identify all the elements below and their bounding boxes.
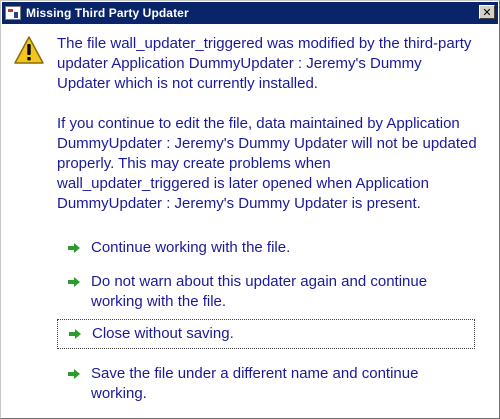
option-label: Do not warn about this updater again and…	[91, 273, 428, 310]
green-arrow-icon	[67, 238, 83, 258]
dialog-window: Missing Third Party Updater ✕ The file w…	[0, 0, 500, 419]
title-bar[interactable]: Missing Third Party Updater ✕	[2, 2, 498, 24]
option-label: Save the file under a different name and…	[91, 365, 419, 402]
warning-icon	[14, 36, 44, 64]
green-arrow-icon	[67, 272, 83, 292]
option-do-not-warn[interactable]: Do not warn about this updater again and…	[57, 268, 475, 316]
option-label: Continue working with the file.	[91, 239, 291, 256]
app-icon[interactable]	[5, 6, 21, 20]
green-arrow-icon	[67, 364, 83, 384]
close-button[interactable]: ✕	[479, 5, 495, 19]
green-arrow-icon	[68, 324, 84, 344]
option-continue-working[interactable]: Continue working with the file.	[57, 234, 475, 262]
message-text: The file wall_updater_triggered was modi…	[57, 34, 477, 234]
option-label: Close without saving.	[92, 325, 234, 342]
message-paragraph-2: If you continue to edit the file, data m…	[57, 115, 477, 212]
window-title: Missing Third Party Updater	[26, 6, 189, 20]
option-save-as[interactable]: Save the file under a different name and…	[57, 360, 475, 408]
option-close-without-saving[interactable]: Close without saving.	[57, 319, 475, 349]
message-paragraph-1: The file wall_updater_triggered was modi…	[57, 35, 472, 92]
